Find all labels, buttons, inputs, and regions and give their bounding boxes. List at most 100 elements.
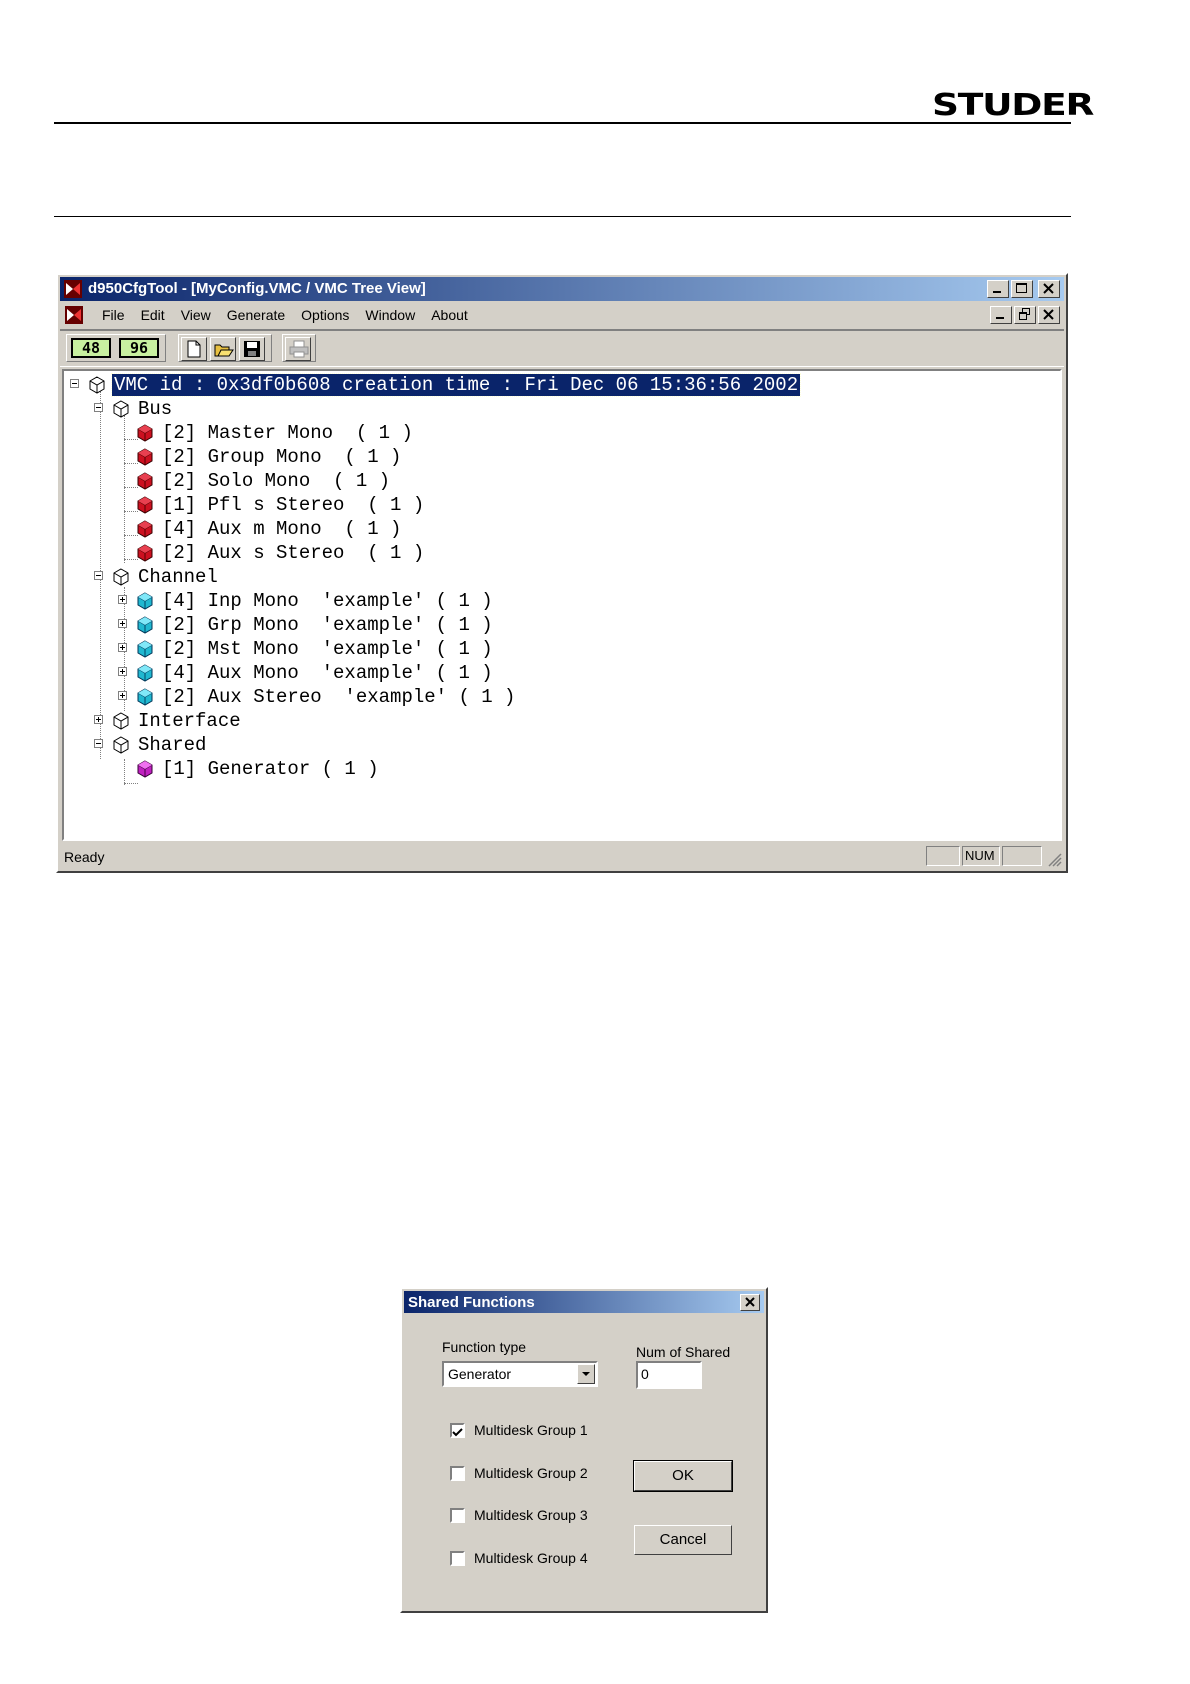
menu-options[interactable]: Options <box>293 307 357 323</box>
menu-edit[interactable]: Edit <box>133 307 173 323</box>
tree-item-shared[interactable]: [1] Generator ( 1 ) <box>136 757 381 781</box>
cyan-cube-icon <box>137 688 153 706</box>
menu-view[interactable]: View <box>173 307 219 323</box>
doc-minimize-button[interactable] <box>990 306 1012 324</box>
tree-item-bus[interactable]: [2] Group Mono ( 1 ) <box>136 445 403 469</box>
menu-generate[interactable]: Generate <box>219 307 293 323</box>
rate-96-button[interactable]: 96 <box>119 338 159 358</box>
tree-item-bus[interactable]: [1] Pfl s Stereo ( 1 ) <box>136 493 426 517</box>
tree-item-bus[interactable]: [2] Master Mono ( 1 ) <box>136 421 415 445</box>
cyan-cube-icon <box>137 664 153 682</box>
red-cube-icon <box>137 520 153 538</box>
resize-grip-icon[interactable] <box>1046 851 1062 867</box>
menu-about[interactable]: About <box>423 307 476 323</box>
package-icon <box>113 736 129 754</box>
tree-group-shared[interactable]: Shared <box>112 733 208 757</box>
function-type-label: Function type <box>442 1339 527 1355</box>
num-shared-input[interactable]: 0 <box>636 1361 702 1389</box>
app-window: d950CfgTool - [MyConfig.VMC / VMC Tree V… <box>56 273 1068 873</box>
section-rule <box>54 216 1071 217</box>
red-cube-icon <box>137 424 153 442</box>
expand-channel-item-toggle[interactable] <box>118 691 127 700</box>
expand-channel-item-toggle[interactable] <box>118 619 127 628</box>
tree-connector <box>124 415 125 563</box>
tree-group-bus[interactable]: Bus <box>112 397 174 421</box>
function-type-value: Generator <box>448 1366 512 1382</box>
num-shared-value: 0 <box>641 1366 649 1382</box>
print-button[interactable] <box>285 337 311 361</box>
expand-channel-item-toggle[interactable] <box>118 595 127 604</box>
tree-item-channel[interactable]: [2] Grp Mono 'example' ( 1 ) <box>136 613 495 637</box>
dialog-titlebar[interactable]: Shared Functions <box>404 1291 764 1313</box>
status-pane-caps <box>926 846 960 866</box>
multidesk-group-1-label: Multidesk Group 1 <box>474 1422 588 1438</box>
package-icon <box>113 568 129 586</box>
app-icon <box>64 280 82 298</box>
restore-icon <box>1019 308 1030 320</box>
shared-functions-dialog: Shared Functions Function type Generator… <box>400 1287 768 1613</box>
vmc-tree-view[interactable]: VMC id : 0x3df0b608 creation time : Fri … <box>62 369 1062 841</box>
multidesk-group-3-checkbox[interactable] <box>450 1508 465 1523</box>
status-text: Ready <box>64 849 105 865</box>
minimize-icon <box>996 317 1004 319</box>
tree-group-interface[interactable]: Interface <box>112 709 243 733</box>
chevron-down-icon <box>582 1372 590 1376</box>
minimize-button[interactable] <box>987 280 1009 298</box>
dialog-close-button[interactable] <box>740 1294 760 1311</box>
tree-item-channel[interactable]: [4] Aux Mono 'example' ( 1 ) <box>136 661 495 685</box>
dropdown-button[interactable] <box>577 1364 595 1384</box>
tree-item-bus[interactable]: [4] Aux m Mono ( 1 ) <box>136 517 403 541</box>
doc-close-button[interactable] <box>1038 306 1060 324</box>
cancel-button[interactable]: Cancel <box>634 1525 732 1555</box>
function-type-select[interactable]: Generator <box>442 1361 598 1387</box>
multidesk-group-1-checkbox[interactable] <box>450 1423 465 1438</box>
collapse-shared-toggle[interactable] <box>94 739 103 748</box>
tree-item-bus[interactable]: [2] Aux s Stereo ( 1 ) <box>136 541 426 565</box>
expand-channel-item-toggle[interactable] <box>118 667 127 676</box>
multidesk-group-2-checkbox[interactable] <box>450 1466 465 1481</box>
multidesk-group-4-checkbox[interactable] <box>450 1551 465 1566</box>
maximize-button[interactable] <box>1011 280 1033 298</box>
open-button[interactable] <box>210 337 236 361</box>
open-folder-icon <box>214 344 234 357</box>
tree-group-channel[interactable]: Channel <box>112 565 220 589</box>
multidesk-group-4-label: Multidesk Group 4 <box>474 1550 588 1566</box>
collapse-bus-toggle[interactable] <box>94 403 103 412</box>
new-document-icon <box>187 340 201 358</box>
doc-restore-button[interactable] <box>1014 306 1036 324</box>
close-button[interactable] <box>1038 280 1060 298</box>
collapse-root-toggle[interactable] <box>70 379 79 388</box>
tree-item-channel[interactable]: [4] Inp Mono 'example' ( 1 ) <box>136 589 495 613</box>
red-cube-icon <box>137 448 153 466</box>
cyan-cube-icon <box>137 616 153 634</box>
save-disk-icon <box>244 341 260 357</box>
save-button[interactable] <box>239 337 265 361</box>
expand-channel-item-toggle[interactable] <box>118 643 127 652</box>
tree-item-channel[interactable]: [2] Aux Stereo 'example' ( 1 ) <box>136 685 517 709</box>
close-icon <box>1043 283 1054 294</box>
new-button[interactable] <box>181 337 207 361</box>
cyan-cube-icon <box>137 640 153 658</box>
toolbar: 48 96 <box>60 329 1064 367</box>
package-icon <box>89 376 105 394</box>
tree-root-node[interactable]: VMC id : 0x3df0b608 creation time : Fri … <box>88 373 802 397</box>
num-shared-label: Num of Shared <box>636 1344 731 1360</box>
app-titlebar[interactable]: d950CfgTool - [MyConfig.VMC / VMC Tree V… <box>60 277 1064 301</box>
checkmark-icon <box>452 1428 463 1437</box>
rate-48-button[interactable]: 48 <box>71 338 111 358</box>
document-icon[interactable] <box>64 305 84 325</box>
tree-item-bus[interactable]: [2] Solo Mono ( 1 ) <box>136 469 392 493</box>
expand-interface-toggle[interactable] <box>94 715 103 724</box>
tree-connector <box>124 759 125 785</box>
menu-window[interactable]: Window <box>357 307 423 323</box>
tree-item-channel[interactable]: [2] Mst Mono 'example' ( 1 ) <box>136 637 495 661</box>
collapse-channel-toggle[interactable] <box>94 571 103 580</box>
close-icon <box>1043 309 1054 320</box>
file-tools-group <box>178 334 272 362</box>
ok-button[interactable]: OK <box>633 1460 733 1492</box>
minimize-icon <box>993 291 1001 293</box>
menu-file[interactable]: File <box>94 307 133 323</box>
printer-icon <box>289 340 309 358</box>
app-title: d950CfgTool - [MyConfig.VMC / VMC Tree V… <box>88 280 426 297</box>
package-icon <box>113 400 129 418</box>
